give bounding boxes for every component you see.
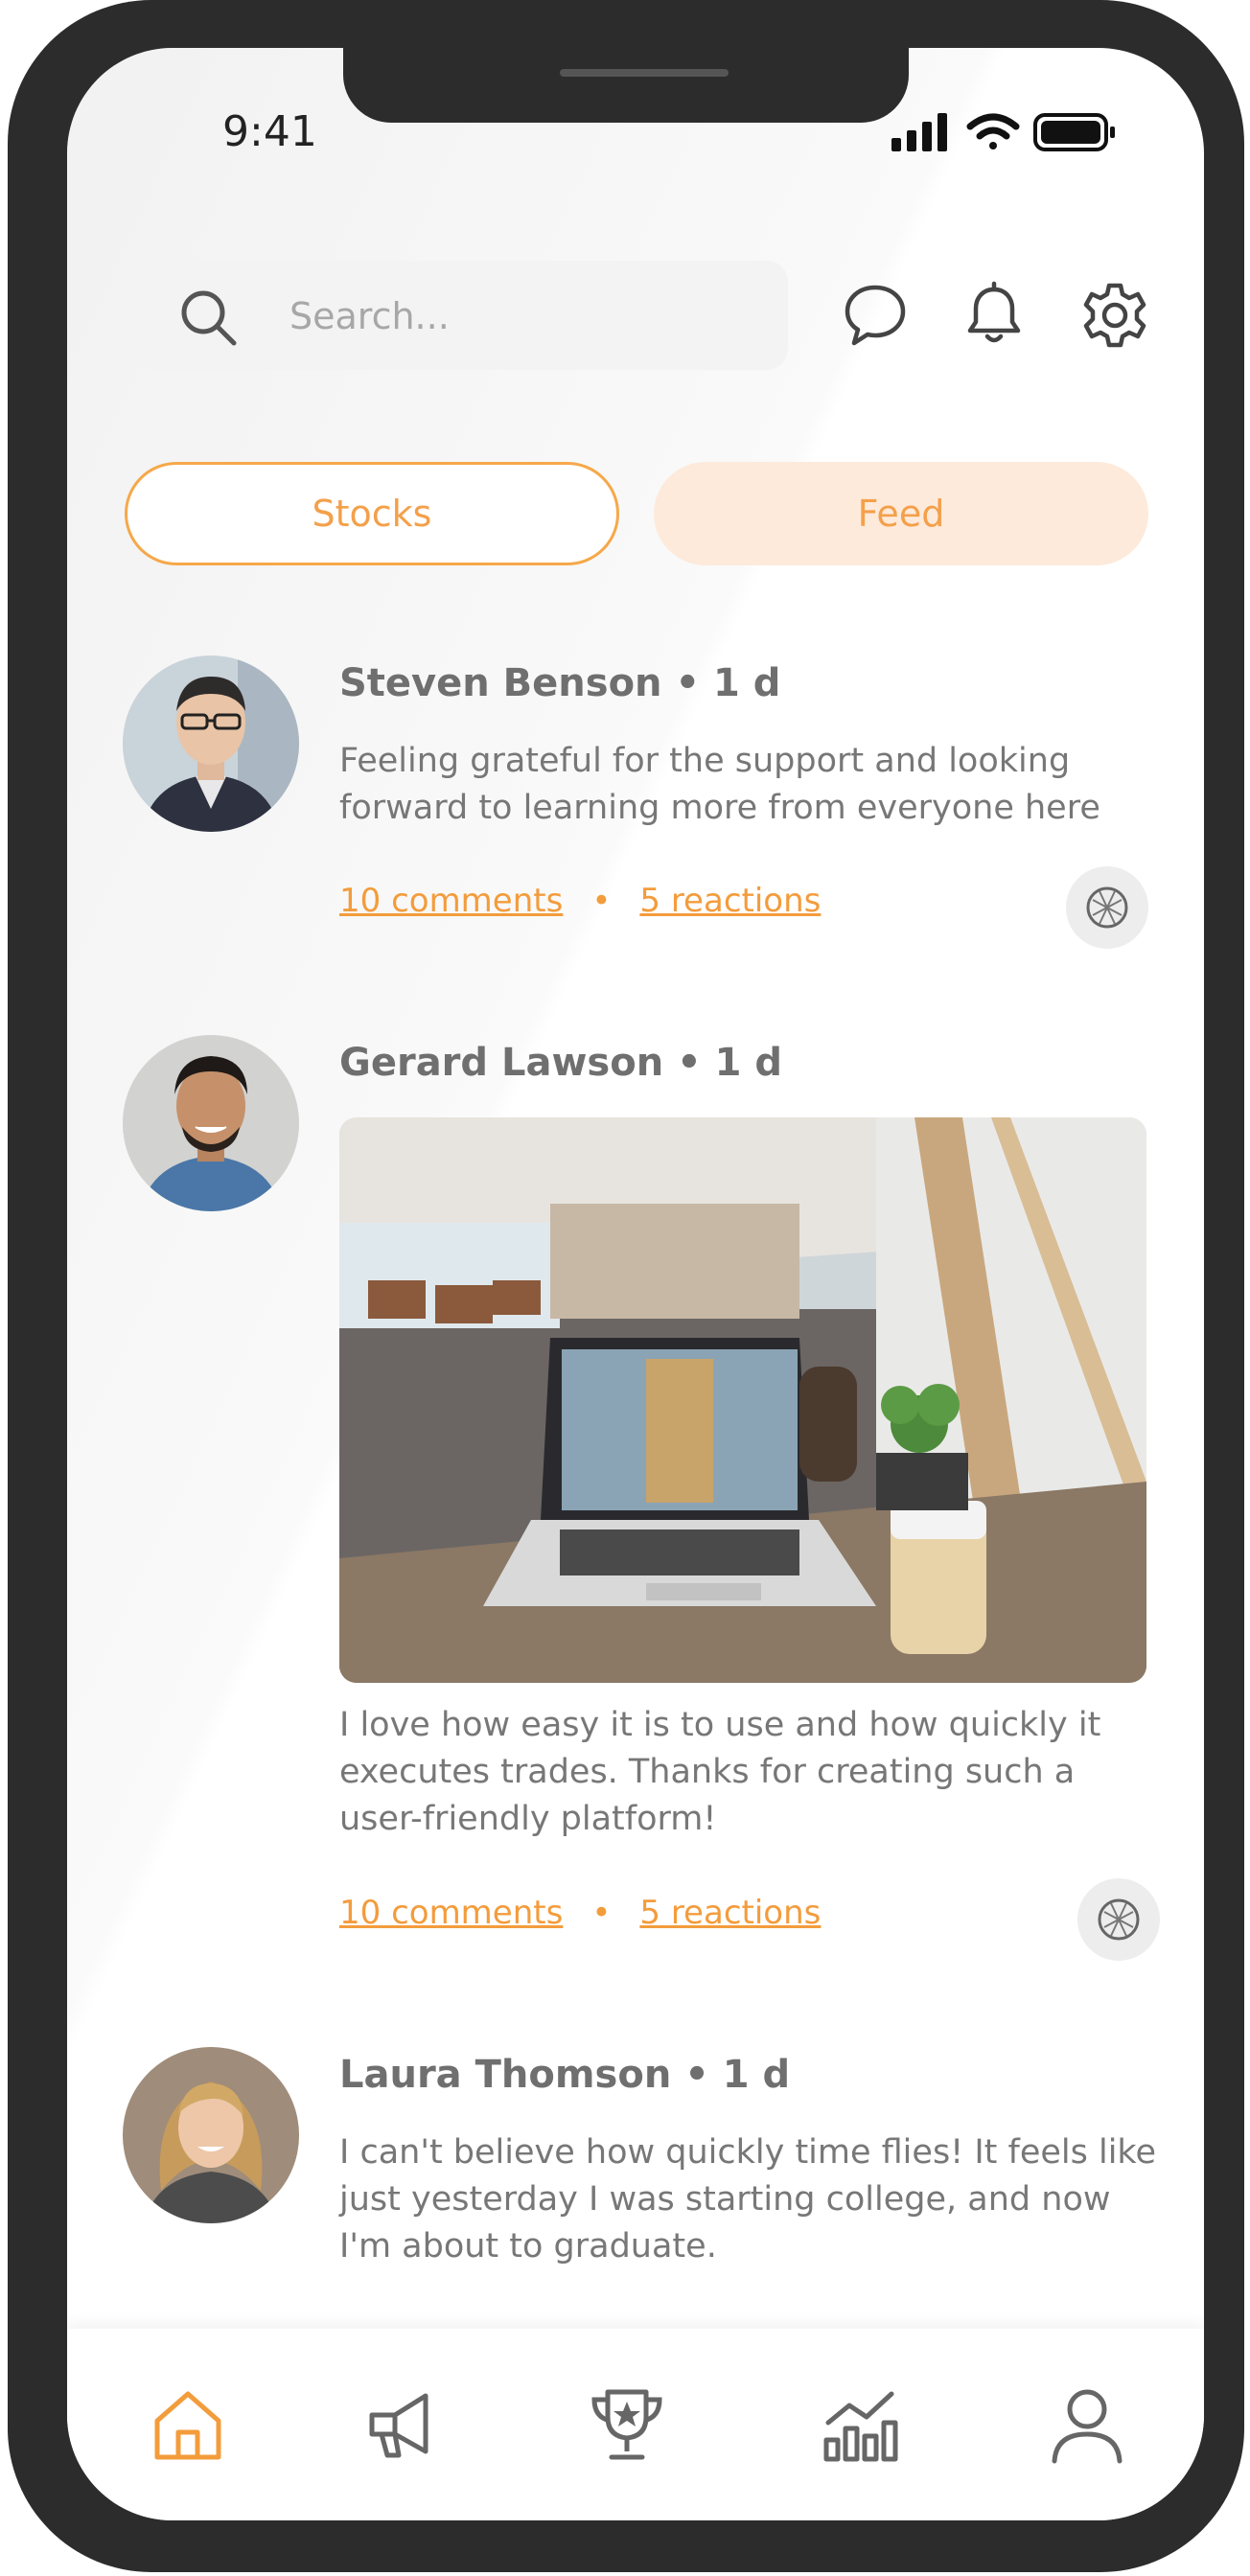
wifi-icon [966,113,1020,150]
chat-icon[interactable] [840,280,911,351]
gear-icon[interactable] [1079,280,1150,351]
avatar[interactable] [123,1035,299,1211]
search-icon [181,290,237,346]
separator-dot: • [591,882,612,920]
speaker [560,69,729,77]
phone-frame: 9:41 Search... Stocks Feed Steven Benson… [8,0,1244,2572]
post-text: Feeling grateful for the support and loo… [339,742,1100,827]
home-icon[interactable] [148,2384,228,2465]
react-button[interactable] [1066,866,1148,949]
profile-icon[interactable] [1047,2384,1127,2465]
status-time: 9:41 [222,107,317,156]
trophy-icon[interactable] [587,2384,667,2465]
reactions-link[interactable]: 5 reactions [639,882,821,920]
comments-link[interactable]: 10 comments [339,882,563,920]
separator-dot: • [591,1894,612,1932]
post-actions: 10 comments • 5 reactions [339,1894,821,1932]
battery-icon [1033,113,1115,151]
globe-icon [1086,886,1128,929]
post-image[interactable] [339,1117,1146,1683]
screen: 9:41 Search... Stocks Feed Steven Benson… [67,48,1204,2520]
post-author[interactable]: Steven Benson • 1 d [339,661,780,705]
post-text: I can't believe how quickly time flies! … [339,2133,1156,2266]
react-button[interactable] [1077,1878,1160,1961]
notch [343,48,909,123]
post-author[interactable]: Gerard Lawson • 1 d [339,1041,782,1085]
post-text: I love how easy it is to use and how qui… [339,1706,1101,1838]
search-bar[interactable] [125,261,788,370]
tab-feed[interactable]: Feed [654,462,1148,565]
comments-link[interactable]: 10 comments [339,1894,563,1932]
globe-icon [1098,1898,1140,1941]
avatar[interactable] [123,2047,299,2223]
post-actions: 10 comments • 5 reactions [339,882,821,920]
post-author[interactable]: Laura Thomson • 1 d [339,2053,790,2097]
chart-icon[interactable] [821,2384,901,2465]
bottom-nav [67,2329,1204,2520]
bell-icon[interactable] [959,280,1030,351]
avatar[interactable] [123,656,299,832]
reactions-link[interactable]: 5 reactions [639,1894,821,1932]
search-input[interactable] [288,289,752,343]
megaphone-icon[interactable] [362,2384,443,2465]
tab-stocks[interactable]: Stocks [125,462,619,565]
status-icons [891,109,1179,157]
signal-icon [891,113,947,151]
